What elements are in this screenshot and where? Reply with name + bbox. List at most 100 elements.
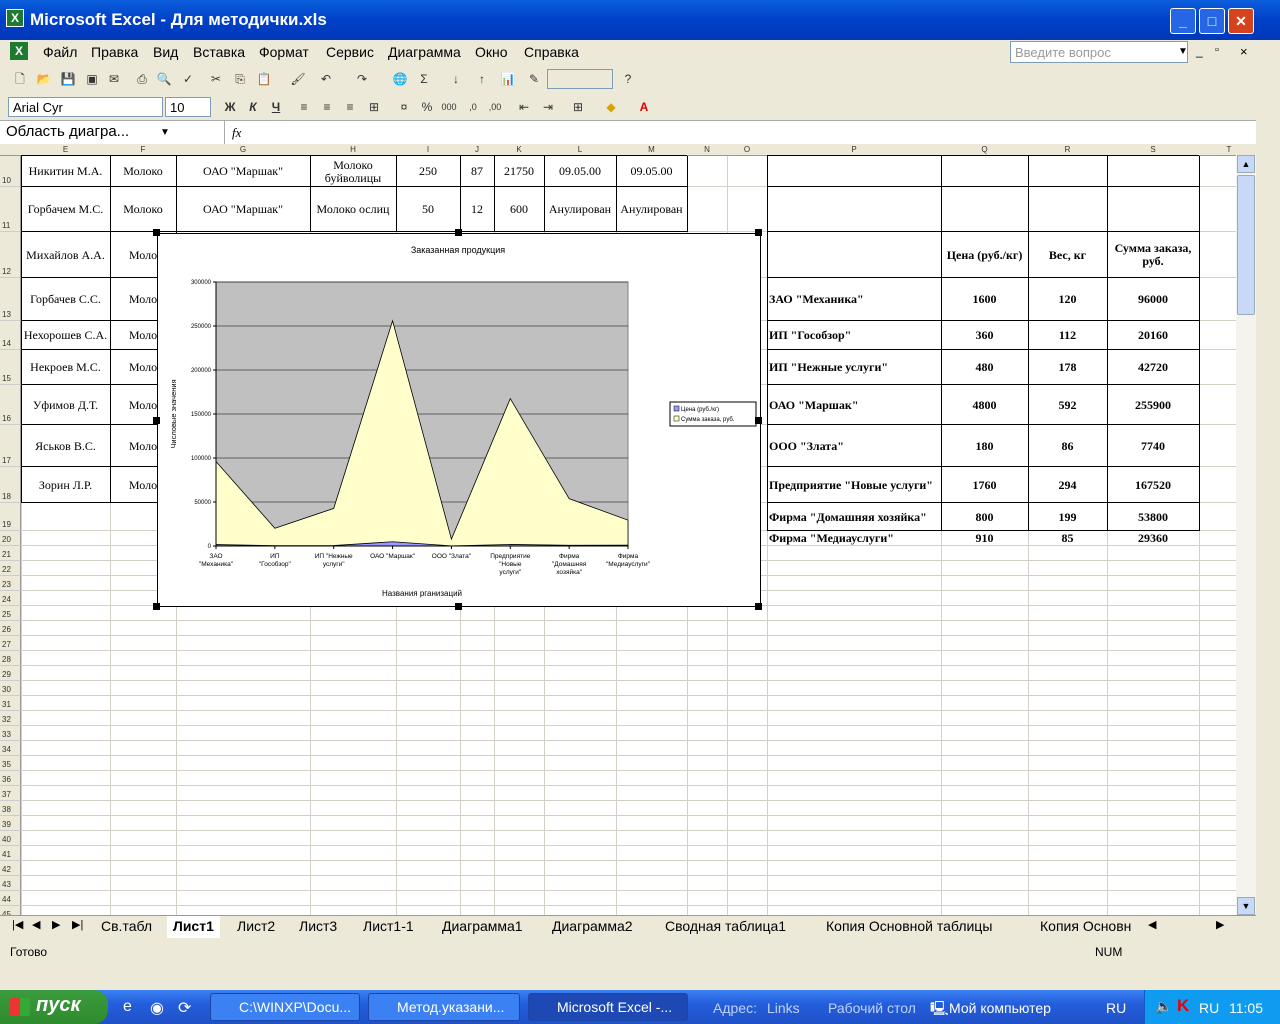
font-name-select[interactable]: Arial Cyr xyxy=(8,97,163,117)
row-header[interactable]: 41 xyxy=(0,846,21,861)
col-header-s[interactable]: S xyxy=(1107,145,1199,154)
sheet-tab[interactable]: Сводная таблица1 xyxy=(659,916,792,938)
chart-wizard-icon[interactable]: 📊 xyxy=(500,71,516,87)
summary-weight[interactable]: 120 xyxy=(1028,278,1107,321)
minimize-button[interactable]: _ xyxy=(1170,8,1196,34)
undo-icon[interactable]: ↶ xyxy=(318,71,334,87)
col-header-k[interactable]: K xyxy=(494,145,544,154)
cell-e[interactable]: Некроев М.С. xyxy=(21,350,110,385)
zoom-select[interactable] xyxy=(547,69,613,89)
menu-help[interactable]: Справка xyxy=(524,44,579,60)
cell-j[interactable]: 12 xyxy=(460,187,494,232)
redo-icon[interactable]: ↷ xyxy=(354,71,370,87)
summary-price[interactable]: 1600 xyxy=(941,278,1028,321)
links-label[interactable]: Links xyxy=(767,1000,800,1016)
last-sheet-icon[interactable]: ▶| xyxy=(66,916,89,938)
row-header[interactable]: 44 xyxy=(0,891,21,906)
col-header-g[interactable]: G xyxy=(176,145,310,154)
ie-icon[interactable]: e xyxy=(123,998,132,1016)
row-header[interactable]: 12 xyxy=(0,232,21,278)
ask-question-input[interactable]: Введите вопрос xyxy=(1010,41,1188,63)
row-header[interactable]: 18 xyxy=(0,467,21,503)
cell-f[interactable]: Молоко xyxy=(110,156,176,187)
borders-icon[interactable]: ⊞ xyxy=(570,99,586,115)
row-header[interactable]: 28 xyxy=(0,651,21,666)
fill-color-icon[interactable]: ◆ xyxy=(603,99,619,115)
row-header[interactable]: 13 xyxy=(0,278,21,321)
chart-area[interactable]: 0 50000 100000 150000 200000 250000 300000 ЗАО "… xyxy=(157,233,761,607)
help-icon[interactable]: ? xyxy=(620,71,636,87)
row-header[interactable]: 20 xyxy=(0,531,21,546)
row-header[interactable]: 21 xyxy=(0,546,21,561)
row-header[interactable]: 14 xyxy=(0,321,21,350)
summary-price[interactable]: 910 xyxy=(941,531,1028,546)
col-header-q[interactable]: Q xyxy=(941,145,1028,154)
col-header-i[interactable]: I xyxy=(396,145,460,154)
row-header[interactable]: 35 xyxy=(0,756,21,771)
row-header[interactable]: 33 xyxy=(0,726,21,741)
summary-weight[interactable]: 592 xyxy=(1028,385,1107,425)
cell-g[interactable]: ОАО "Маршак" xyxy=(176,187,310,232)
percent-icon[interactable]: % xyxy=(419,99,435,115)
next-sheet-icon[interactable]: ▶ xyxy=(46,916,66,938)
col-header-h[interactable]: H xyxy=(310,145,396,154)
row-header[interactable]: 19 xyxy=(0,503,21,531)
scroll-up-icon[interactable]: ▲ xyxy=(1237,155,1255,173)
antivirus-icon[interactable]: K xyxy=(1177,996,1189,1016)
workbook-icon[interactable]: X xyxy=(10,42,28,60)
preview-icon[interactable]: 🔍 xyxy=(156,71,172,87)
spelling-icon[interactable]: ✓ xyxy=(180,71,196,87)
row-header[interactable]: 31 xyxy=(0,696,21,711)
font-color-icon[interactable]: A xyxy=(636,99,652,115)
menu-view[interactable]: Вид xyxy=(153,44,178,60)
summary-org[interactable]: Предприятие "Новые услуги" xyxy=(767,467,941,503)
update-icon[interactable]: ⟳ xyxy=(178,998,191,1018)
row-header[interactable]: 30 xyxy=(0,681,21,696)
col-header-t[interactable]: T xyxy=(1199,145,1236,154)
row-header[interactable]: 38 xyxy=(0,801,21,816)
cell-j[interactable]: 87 xyxy=(460,156,494,187)
task-word[interactable]: Метод.указани... xyxy=(368,993,520,1021)
summary-price[interactable]: 4800 xyxy=(941,385,1028,425)
cell-k[interactable]: 600 xyxy=(494,187,544,232)
print-icon[interactable]: ⎙ xyxy=(134,71,150,87)
cell-f[interactable]: Молоко xyxy=(110,187,176,232)
summary-header-price[interactable]: Цена (руб./кг) xyxy=(941,232,1028,278)
cell-e[interactable]: Зорин Л.Р. xyxy=(21,467,110,503)
cell-l[interactable]: 09.05.00 xyxy=(544,156,616,187)
copy-icon[interactable]: ⎘ xyxy=(232,71,248,87)
cell-g[interactable]: ОАО "Маршак" xyxy=(176,156,310,187)
thousands-icon[interactable]: 000 xyxy=(441,99,457,115)
row-header[interactable]: 45 xyxy=(0,906,21,915)
menu-file[interactable]: Файл xyxy=(43,44,77,60)
col-header-r[interactable]: R xyxy=(1028,145,1107,154)
permission-icon[interactable]: ▣ xyxy=(84,71,100,87)
menu-edit[interactable]: Правка xyxy=(91,44,138,60)
fx-icon[interactable]: fx xyxy=(232,125,241,141)
autosum-icon[interactable]: Σ xyxy=(416,71,432,87)
chart-resize-handle[interactable] xyxy=(455,603,462,610)
volume-icon[interactable]: 🔈 xyxy=(1155,998,1172,1015)
name-box[interactable]: Область диагра... xyxy=(0,121,225,144)
summary-weight[interactable]: 178 xyxy=(1028,350,1107,385)
col-header-n[interactable]: N xyxy=(687,145,727,154)
sheet-tab[interactable]: Копия Основной таблицы xyxy=(820,916,998,938)
paste-icon[interactable]: 📋 xyxy=(256,71,272,87)
summary-sum[interactable]: 29360 xyxy=(1107,531,1199,546)
language-indicator[interactable]: RU xyxy=(1106,1000,1126,1016)
row-header[interactable]: 43 xyxy=(0,876,21,891)
row-header[interactable]: 17 xyxy=(0,425,21,467)
new-icon[interactable]: 🗋 xyxy=(12,71,28,87)
cell-i[interactable]: 250 xyxy=(396,156,460,187)
align-center-icon[interactable]: ≡ xyxy=(319,99,335,115)
underline-button[interactable]: Ч xyxy=(268,99,284,115)
bold-button[interactable]: Ж xyxy=(222,99,238,115)
chart-resize-handle[interactable] xyxy=(755,417,762,424)
row-header[interactable]: 27 xyxy=(0,636,21,651)
vertical-scrollbar[interactable]: ▲ ▼ xyxy=(1236,155,1256,915)
summary-price[interactable]: 180 xyxy=(941,425,1028,467)
name-box-dropdown-icon[interactable]: ▼ xyxy=(160,127,170,138)
summary-sum[interactable]: 20160 xyxy=(1107,321,1199,350)
hscroll-right-icon[interactable]: ▶ xyxy=(1210,916,1230,938)
chart-resize-handle[interactable] xyxy=(153,603,160,610)
